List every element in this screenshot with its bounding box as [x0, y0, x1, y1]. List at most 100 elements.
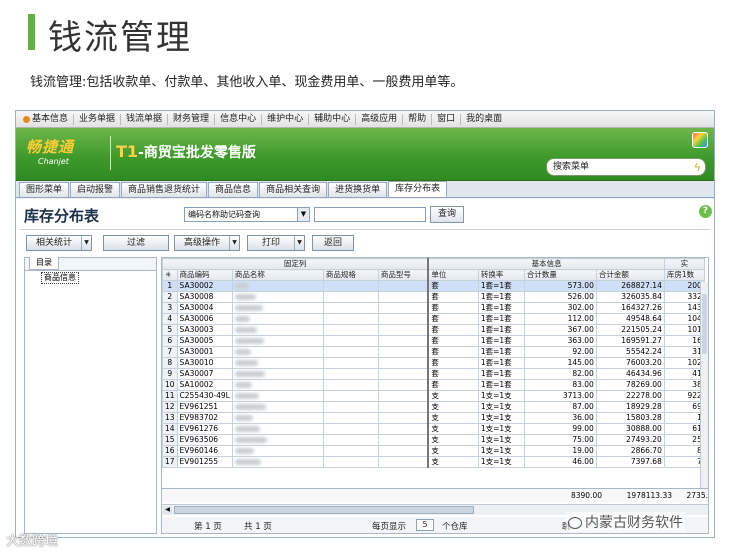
table-row[interactable]: 16EV960146 支1支=1支19.002866.708 [162, 445, 705, 457]
cell-name [231, 324, 324, 336]
table-row[interactable]: 10 SA10002 套 1套=1套 83.00 78269.00 38 [162, 379, 705, 391]
row-marker-header: ✳ [162, 269, 178, 281]
table-row[interactable]: 13EV983702 支1支=1支36.0015803.281 [162, 412, 705, 424]
table-row[interactable]: 8 SA30010 套 1套=1套 145.00 76003.20 102 [162, 357, 705, 369]
col-header-unit[interactable]: 单位 [427, 269, 479, 281]
stats-button[interactable]: 相关统计 ▼ [26, 235, 92, 251]
help-icon[interactable]: ? [699, 205, 712, 218]
col-header-spec[interactable]: 商品规格 [322, 269, 379, 281]
table-row[interactable]: 1 SA30002 套 1套=1套 573.00 268827.14 200 [162, 280, 705, 292]
cell-spec [322, 390, 379, 402]
cell-model [377, 390, 429, 402]
cell-code: C255430-49L [176, 390, 233, 402]
menu-item-help[interactable]: 帮助 [403, 113, 433, 125]
table-row[interactable]: 12 EV961251 支 1支=1支 87.00 18929.28 69 [162, 401, 705, 413]
scroll-left-icon[interactable]: ◀ [163, 506, 172, 514]
cell-unit: 套 [427, 368, 479, 380]
cell-name [231, 423, 324, 435]
back-button[interactable]: 返回 [312, 235, 354, 251]
group-header-basic: 基本信息 [427, 258, 665, 270]
advanced-button[interactable]: 高级操作 ▼ [174, 235, 240, 251]
cell-unit: 套 [427, 324, 479, 336]
vertical-scrollbar[interactable] [700, 282, 708, 488]
cell-code: EV901255 [176, 456, 233, 468]
table-row[interactable]: 6 SA30005 套 1套=1套 363.00 169591.27 16 [162, 335, 705, 347]
query-input[interactable] [314, 207, 426, 222]
tab-startup-alert[interactable]: 启动报警 [70, 182, 121, 197]
table-row[interactable]: 17EV901255 支1支=1支46.007397.687 [162, 456, 705, 468]
cell-rate: 1套=1套 [477, 357, 525, 369]
col-header-amount[interactable]: 合计金额 [595, 269, 665, 281]
cell-model [377, 434, 429, 446]
cell-amount: 268827.14 [595, 280, 665, 292]
cell-name [231, 390, 324, 402]
cell-amount: 15803.28 [595, 412, 665, 424]
menu-item-desktop[interactable]: 我的桌面 [461, 114, 507, 125]
query-mode-select[interactable]: 编码名称助记码查询 ▼ [184, 207, 310, 222]
menu-item-basic-info[interactable]: 基本信息 [18, 113, 75, 125]
table-row[interactable]: 14 EV961276 支 1支=1支 99.00 30888.00 61 [162, 423, 705, 435]
scroll-thumb[interactable] [702, 294, 707, 354]
col-header-wh1[interactable]: 库房1数 [663, 269, 705, 281]
cell-wh1: 7 [663, 456, 705, 468]
menu-item-business-docs[interactable]: 业务单据 [74, 113, 122, 125]
tab-product-info[interactable]: 商品信息 [208, 182, 259, 197]
col-header-name[interactable]: 商品名称 [231, 269, 324, 281]
cell-amount: 164327.26 [595, 302, 665, 314]
cell-code: SA10002 [176, 379, 233, 391]
inventory-table: 固定列 基本信息 实 ✳ 商品编码 商品名称 商品规格 商品型号 单位 转换率 [162, 258, 705, 468]
menu-item-info-center[interactable]: 信息中心 [215, 113, 263, 125]
col-header-rate[interactable]: 转换率 [477, 269, 525, 281]
col-header-model[interactable]: 商品型号 [377, 269, 429, 281]
tree-node-product-info[interactable]: 商品信息 [41, 272, 79, 284]
cell-unit: 支 [427, 401, 479, 413]
table-row[interactable]: 3 SA30004 套 1套=1套 302.00 164327.26 143 [162, 302, 705, 314]
table-row[interactable]: 11 C255430-49L 支 1支=1支 3713.00 22278.00 922 [162, 390, 705, 402]
cell-unit: 套 [427, 302, 479, 314]
col-header-qty[interactable]: 合计数量 [523, 269, 597, 281]
cell-qty: 82.00 [523, 368, 597, 380]
table-row[interactable]: 2 SA30008 套 1套=1套 526.00 326035.84 332 [162, 291, 705, 303]
table-row[interactable]: 15 EV963506 支 1支=1支 75.00 27493.20 25 [162, 434, 705, 446]
tab-sales-return-stats[interactable]: 商品销售退货统计 [121, 182, 208, 197]
menu-item-cash-docs[interactable]: 钱流单据 [121, 113, 169, 125]
per-page-input[interactable]: 5 [416, 519, 434, 531]
redacted-text [234, 294, 256, 300]
redacted-text [234, 338, 264, 344]
tab-inventory-distribution[interactable]: 库存分布表 [388, 181, 448, 197]
cell-code: SA30007 [176, 368, 233, 380]
tab-purchase-exchange[interactable]: 进货换货单 [328, 182, 388, 197]
row-index: 3 [162, 302, 178, 314]
menu-item-finance[interactable]: 财务管理 [168, 113, 216, 125]
filter-button[interactable]: 过滤 [103, 235, 169, 251]
cell-model [377, 412, 429, 424]
scroll-thumb[interactable] [174, 506, 474, 514]
row-index: 2 [162, 291, 178, 303]
table-row[interactable]: 7 SA30001 套 1套=1套 92.00 55542.24 31 [162, 346, 705, 358]
col-header-code[interactable]: 商品编码 [176, 269, 233, 281]
menu-search-input[interactable]: 搜索菜单 ϟ [546, 158, 706, 176]
cell-wh1: 25 [663, 434, 705, 446]
cell-model [377, 346, 429, 358]
tab-product-query[interactable]: 商品相关查询 [259, 182, 328, 197]
table-row[interactable]: 9 SA30007 套 1套=1套 82.00 46434.96 41 [162, 368, 705, 380]
page-description: 钱流管理:包括收款单、付款单、其他收入单、现金费用单、一般费用单等。 [30, 75, 464, 90]
cell-amount: 55542.24 [595, 346, 665, 358]
menu-item-window[interactable]: 窗口 [432, 113, 462, 125]
cell-spec [322, 445, 379, 457]
tree-tab-catalog[interactable]: 目录 [29, 257, 59, 270]
print-button[interactable]: 打印 ▼ [247, 235, 305, 251]
cell-rate: 1套=1套 [477, 368, 525, 380]
menu-item-advanced[interactable]: 高级应用 [356, 113, 404, 125]
product-name: T1-商贸宝批发零售版 [116, 142, 256, 161]
table-row[interactable]: 4 SA30006 套 1套=1套 112.00 49548.64 104 [162, 313, 705, 325]
table-row[interactable]: 5 SA30003 套 1套=1套 367.00 221505.24 101 [162, 324, 705, 336]
menu-item-maintenance[interactable]: 维护中心 [262, 113, 310, 125]
tab-graphic-menu[interactable]: 图形菜单 [19, 182, 70, 197]
app-color-icon[interactable] [692, 132, 708, 148]
group-header-extra: 实 [663, 258, 705, 270]
menu-item-auxiliary[interactable]: 辅助中心 [309, 113, 357, 125]
row-index: 11 [162, 390, 178, 402]
query-button[interactable]: 查询 [430, 206, 464, 223]
cell-rate: 1套=1套 [477, 302, 525, 314]
